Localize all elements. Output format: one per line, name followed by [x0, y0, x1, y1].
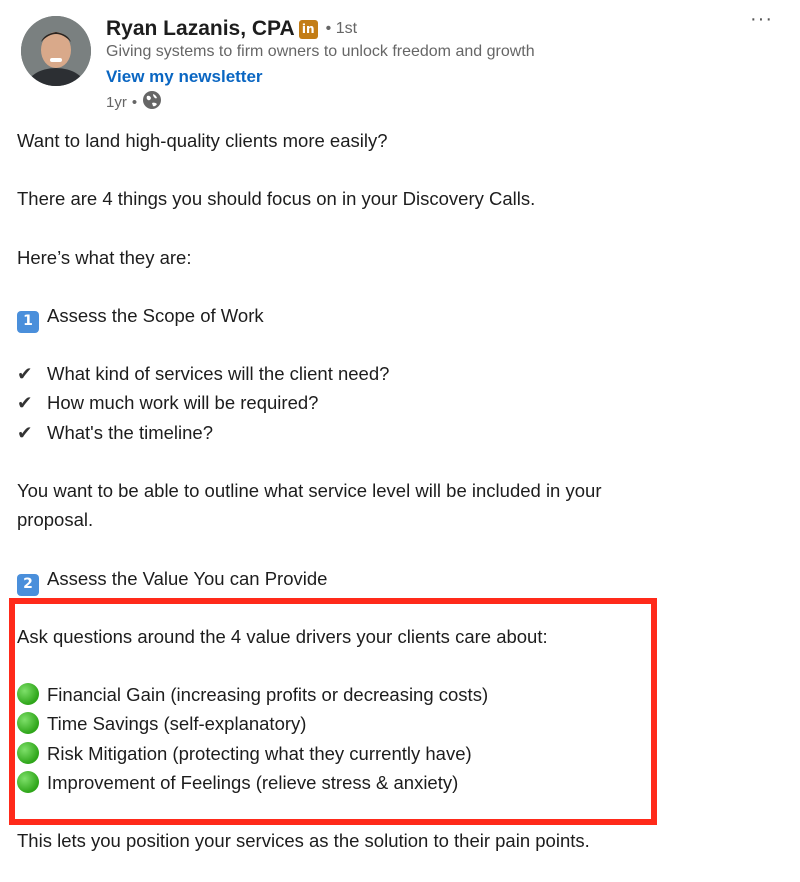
value-driver-text: Risk Mitigation (protecting what they cu… — [47, 743, 472, 764]
value-driver-item: Financial Gain (increasing profits or de… — [17, 680, 488, 709]
post-meta: 1yr • — [106, 91, 162, 113]
checklist-text: How much work will be required? — [47, 392, 319, 413]
post-line: Here’s what they are: — [17, 247, 192, 268]
step-two-heading: 2 Assess the Value You can Provide — [17, 564, 327, 596]
checkmark-icon: ✔ — [17, 393, 33, 414]
post-time: 1yr — [106, 93, 127, 111]
step-title: Assess the Scope of Work — [47, 305, 264, 326]
value-driver-text: Financial Gain (increasing profits or de… — [47, 684, 489, 705]
keycap-two-icon: 2 — [17, 573, 39, 596]
closing-line: This lets you position your services as … — [17, 830, 590, 851]
value-drivers-intro: Ask questions around the 4 value drivers… — [17, 626, 548, 647]
avatar[interactable] — [21, 16, 91, 86]
value-driver-item: Time Savings (self-explanatory) — [17, 709, 306, 738]
value-driver-text: Time Savings (self-explanatory) — [47, 713, 307, 734]
checklist-text: What kind of services will the client ne… — [47, 363, 390, 384]
step-title: Assess the Value You can Provide — [47, 568, 328, 589]
post-intro: Want to land high-quality clients more e… — [17, 130, 388, 151]
checkmark-icon: ✔ — [17, 423, 33, 444]
profile-photo — [21, 16, 91, 86]
paragraph-line: proposal. — [17, 509, 94, 530]
step-one-heading: 1 Assess the Scope of Work — [17, 301, 264, 333]
post-line: There are 4 things you should focus on i… — [17, 188, 536, 209]
green-circle-icon — [17, 712, 39, 734]
author-name[interactable]: Ryan Lazanis, CPA — [106, 17, 295, 41]
globe-icon — [142, 90, 162, 114]
meta-separator: • — [131, 93, 138, 111]
linkedin-badge-icon: in — [298, 19, 318, 39]
view-newsletter-link[interactable]: View my newsletter — [106, 67, 263, 87]
green-circle-icon — [17, 742, 39, 764]
value-driver-text: Improvement of Feelings (relieve stress … — [47, 772, 459, 793]
author-name-row: Ryan Lazanis, CPA in • 1st — [106, 14, 357, 44]
connection-degree: • 1st — [325, 20, 358, 37]
checklist-item: ✔ How much work will be required? — [17, 388, 318, 418]
checklist-text: What's the timeline? — [47, 422, 213, 443]
checklist-item: ✔ What kind of services will the client n… — [17, 359, 389, 389]
checklist-item: ✔ What's the timeline? — [17, 418, 213, 448]
green-circle-icon — [17, 683, 39, 705]
paragraph-line: You want to be able to outline what serv… — [17, 480, 602, 501]
green-circle-icon — [17, 771, 39, 793]
value-driver-item: Risk Mitigation (protecting what they cu… — [17, 739, 472, 768]
checkmark-icon: ✔ — [17, 364, 33, 385]
more-options-button[interactable]: ··· — [750, 8, 773, 31]
value-driver-item: Improvement of Feelings (relieve stress … — [17, 768, 458, 797]
author-headline: Giving systems to firm owners to unlock … — [106, 43, 535, 60]
keycap-one-icon: 1 — [17, 310, 39, 333]
